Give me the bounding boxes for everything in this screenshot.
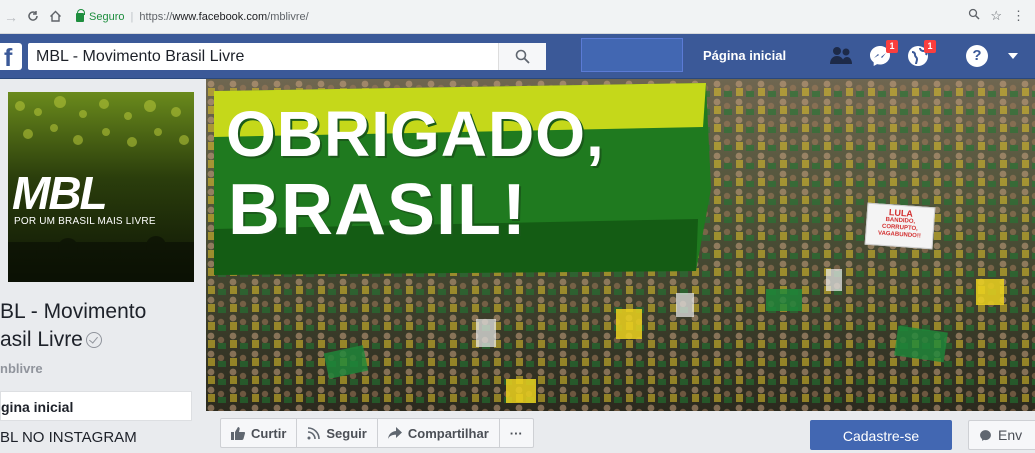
- home-link[interactable]: Página inicial: [703, 48, 786, 63]
- bookmark-star-icon[interactable]: ☆: [990, 8, 1002, 24]
- more-options-button[interactable]: ···: [500, 419, 533, 447]
- page-avatar[interactable]: MBL POR UM BRASIL MAIS LIVRE: [8, 92, 194, 282]
- search-input[interactable]: [36, 43, 496, 70]
- url-separator: |: [130, 11, 134, 23]
- more-dots-icon: ···: [509, 425, 523, 441]
- page-name-line2: asil Livre: [0, 328, 83, 351]
- share-label: Compartilhar: [407, 425, 489, 441]
- menu-kebab-icon[interactable]: ⋮: [1012, 8, 1025, 24]
- back-arrow-icon[interactable]: →: [0, 9, 22, 25]
- share-arrow-icon: [387, 427, 402, 439]
- page-sidebar: MBL POR UM BRASIL MAIS LIVRE BL - Movime…: [0, 79, 205, 450]
- page-actions-group: Curtir Seguir Compartilhar ···: [220, 418, 534, 448]
- search-button[interactable]: [498, 43, 546, 70]
- protest-sign: LULA BANDIDO, CORRUPTO, VAGABUNDO!!: [864, 202, 936, 250]
- rss-follow-icon: [307, 426, 321, 439]
- messages-button[interactable]: 1: [868, 40, 898, 68]
- sidebar-item-label: BL NO INSTAGRAM: [0, 429, 137, 446]
- signup-button[interactable]: Cadastre-se: [810, 420, 952, 450]
- friends-icon: [830, 47, 852, 64]
- page-handle[interactable]: nblivre: [0, 361, 43, 376]
- messages-badge: 1: [886, 40, 898, 53]
- url-prefix: https://: [139, 11, 173, 23]
- facebook-logo-icon[interactable]: f: [0, 43, 22, 72]
- search-icon: [515, 49, 530, 64]
- page-name-line1: BL - Movimento: [0, 300, 147, 323]
- security-label: Seguro: [89, 11, 125, 23]
- browser-toolbar: → Seguro | https://www.facebook.com/mbli…: [0, 0, 1035, 34]
- cover-headline-line1: OBRIGADO,: [226, 98, 605, 170]
- send-label: Env: [998, 427, 1023, 443]
- messenger-icon: [980, 429, 991, 441]
- url-host: www.facebook.com: [172, 11, 268, 23]
- follow-button[interactable]: Seguir: [297, 419, 378, 447]
- sidebar-item-instagram[interactable]: BL NO INSTAGRAM: [0, 423, 192, 453]
- page-action-bar: Curtir Seguir Compartilhar ··· Cadastre-…: [206, 411, 1035, 450]
- friend-requests-button[interactable]: [828, 44, 854, 68]
- page-name[interactable]: BL - Movimento asil Livre: [0, 298, 146, 354]
- avatar-tagline: POR UM BRASIL MAIS LIVRE: [14, 216, 156, 227]
- follow-label: Seguir: [326, 425, 367, 441]
- url-path: /mblivre/: [267, 11, 309, 23]
- browser-actions: ☆ ⋮: [968, 8, 1025, 24]
- notifications-button[interactable]: 1: [906, 40, 936, 68]
- address-bar[interactable]: Seguro | https://www.facebook.com/mblivr…: [76, 6, 1021, 28]
- cover-photo[interactable]: OBRIGADO, BRASIL! LULA BANDIDO, CORRUPTO…: [206, 79, 1035, 411]
- lock-icon: [76, 8, 85, 22]
- zoom-icon[interactable]: [968, 8, 980, 24]
- share-button[interactable]: Compartilhar: [378, 419, 500, 447]
- facebook-top-bar: f Página inicial 1 1 ?: [0, 34, 1035, 79]
- cover-headline-line2: BRASIL!: [228, 170, 527, 250]
- send-message-button[interactable]: Env: [968, 420, 1035, 450]
- sidebar-item-label: gina inicial: [1, 399, 74, 415]
- help-icon[interactable]: ?: [966, 45, 988, 67]
- like-button[interactable]: Curtir: [221, 419, 298, 447]
- like-label: Curtir: [251, 425, 287, 441]
- search-box: [28, 43, 546, 70]
- home-icon[interactable]: [44, 9, 66, 25]
- notifications-badge: 1: [924, 40, 936, 53]
- avatar-logo-text: MBL: [12, 167, 108, 219]
- account-menu-caret-icon[interactable]: [1008, 53, 1018, 59]
- reload-icon[interactable]: [22, 9, 44, 25]
- thumbs-up-icon: [231, 426, 245, 440]
- sidebar-item-home[interactable]: gina inicial: [0, 391, 192, 421]
- profile-link[interactable]: [581, 38, 683, 72]
- verified-check-icon: [85, 332, 102, 349]
